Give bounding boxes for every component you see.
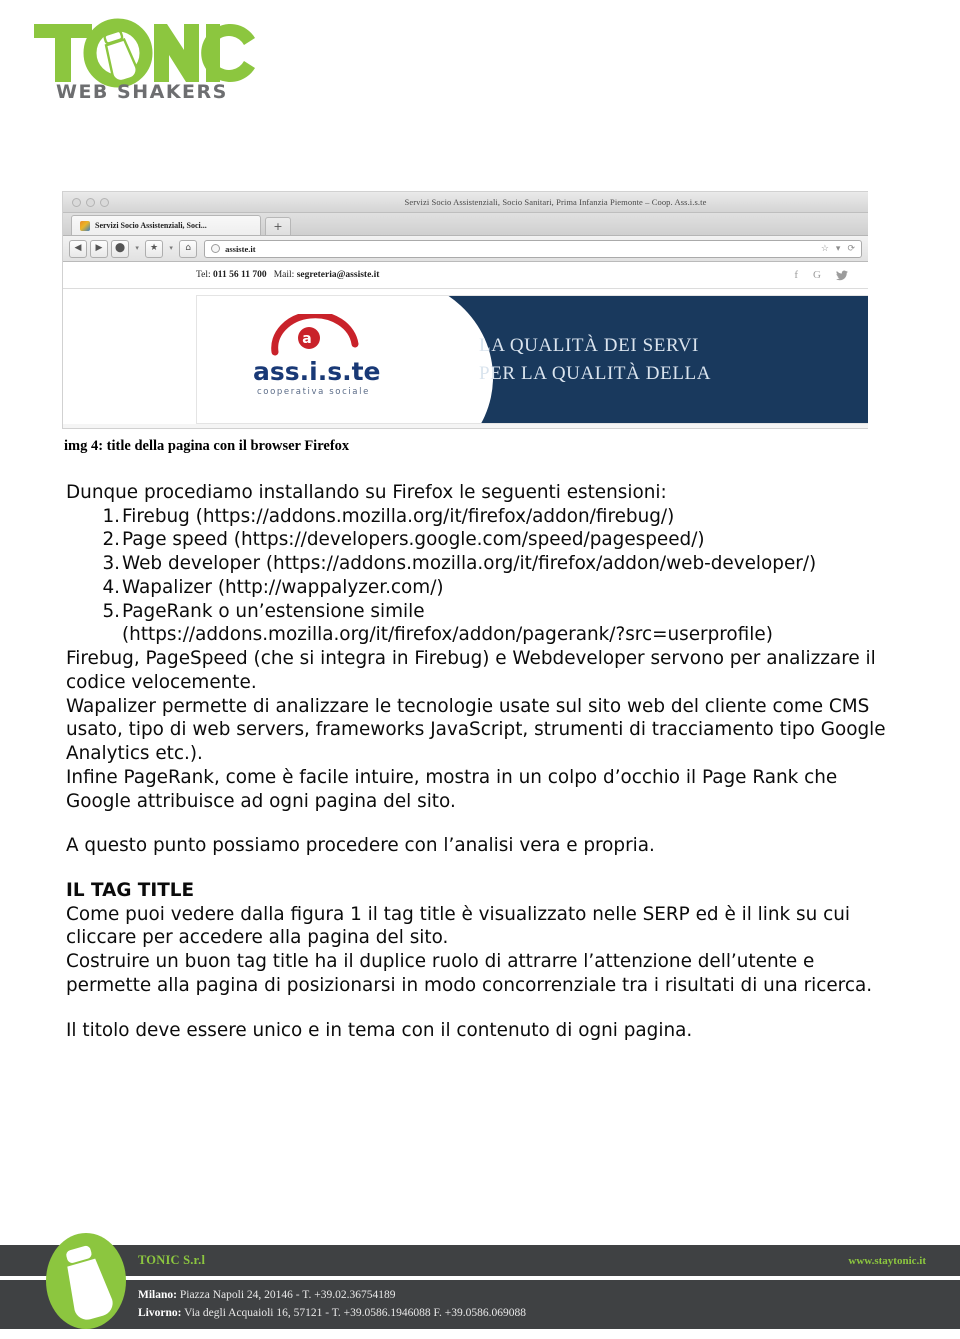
paragraph-costruire: Costruire un buon tag title ha il duplic… (66, 951, 873, 996)
refresh-icon[interactable]: ⟳ (847, 243, 855, 254)
website-viewport: Tel: 011 56 11 700 Mail: segreteria@assi… (63, 262, 868, 424)
forward-button[interactable]: ▶ (90, 239, 108, 258)
phone-label: Tel: (196, 270, 211, 280)
address-bar-actions: ☆ ▾ ⟳ (821, 243, 855, 254)
list-item-text: Page speed (https://developers.google.co… (122, 529, 705, 551)
footer-bar: TONIC S.r.l www.staytonic.it Milano: Pia… (0, 1245, 960, 1329)
assiste-logo: a ass.i.s.te cooperativa sociale (197, 296, 443, 423)
banner-line-1: LA QUALITÀ DEI SERVI (479, 334, 699, 356)
paragraph-wapalizer: Wapalizer permette di analizzare le tecn… (66, 695, 886, 765)
section-heading: IL TAG TITLE (66, 880, 195, 902)
browser-navbar: ◀ ▶ ⬤ ▾ ★ ▾ ⌂ assiste.it ☆ ▾ ⟳ (63, 236, 868, 262)
document-body: Dunque procediamo installando su Firefox… (66, 481, 896, 1042)
banner-line-2: PER LA QUALITÀ DELLA (479, 362, 712, 384)
footer-shaker-logo (38, 1231, 134, 1335)
site-contact-bar: Tel: 011 56 11 700 Mail: segreteria@assi… (63, 262, 868, 289)
browser-tab[interactable]: Servizi Socio Assistenziali, Soci... (71, 215, 261, 235)
footer-website-link[interactable]: www.staytonic.it (848, 1255, 926, 1267)
reload-button[interactable]: ⬤ (111, 239, 130, 258)
reload-dropdown-icon[interactable]: ▾ (132, 240, 142, 258)
footer-address-livorno: Livorno: Via degli Acquaioli 16, 57121 -… (138, 1305, 960, 1323)
footer-address-milano-detail: Piazza Napoli 24, 20146 - T. +39.02.3675… (176, 1289, 396, 1301)
paragraph-pagerank: Infine PageRank, come è facile intuire, … (66, 766, 838, 812)
logo-tagline-text: WEB SHAKERS (56, 81, 228, 102)
assiste-logo-word: ass.i.s.te (253, 357, 380, 386)
globe-icon (211, 244, 221, 253)
favicon-icon (80, 220, 90, 231)
footer-address-milano: Milano: Piazza Napoli 24, 20146 - T. +39… (138, 1287, 960, 1305)
list-item-text: Web developer (https://addons.mozilla.or… (122, 553, 817, 575)
assiste-mark-letter: a (302, 331, 311, 347)
footer-addresses: Milano: Piazza Napoli 24, 20146 - T. +39… (0, 1280, 960, 1329)
tonic-logo: WEB SHAKERS (26, 16, 256, 102)
list-item-number: 4. (102, 576, 120, 598)
home-button[interactable]: ⌂ (179, 239, 198, 258)
assiste-logo-icon: a ass.i.s.te cooperativa sociale (253, 313, 380, 397)
window-title: Servizi Socio Assistenziali, Socio Sanit… (404, 197, 707, 207)
list-item-text: Firebug (https://addons.mozilla.org/it/f… (122, 505, 675, 527)
footer-shaker-icon (46, 1233, 126, 1329)
footer-city-livorno: Livorno: (138, 1306, 182, 1319)
address-bar[interactable]: assiste.it ☆ ▾ ⟳ (204, 239, 862, 258)
list-item-number: 5. (102, 600, 120, 622)
list-item: 3. Web developer (https://addons.mozilla… (66, 552, 896, 576)
list-item-number: 1. (102, 505, 120, 527)
mail-label: Mail: (273, 270, 295, 280)
list-item-number: 3. (102, 553, 120, 575)
list-item: 2. Page speed (https://developers.google… (66, 528, 896, 552)
list-item-text: Wapalizer (http://wappalyzer.com/) (122, 576, 444, 598)
paragraph-serp: Come puoi vedere dalla figura 1 il tag t… (66, 903, 850, 949)
tonic-logo-icon: WEB SHAKERS (34, 18, 255, 102)
firefox-window: Servizi Socio Assistenziali, Socio Sanit… (62, 191, 868, 429)
footer-address-livorno-detail: Via degli Acquaioli 16, 57121 - T. +39.0… (181, 1306, 526, 1319)
browser-tabbar: Servizi Socio Assistenziali, Soci... + (63, 213, 868, 236)
paragraph-titolo-unico: Il titolo deve essere unico e in tema co… (66, 1019, 693, 1041)
twitter-icon[interactable] (836, 269, 848, 281)
banner-headline: LA QUALITÀ DEI SERVI PER LA QUALITÀ DELL… (383, 296, 868, 423)
list-item-number: 2. (102, 529, 120, 551)
browser-titlebar: Servizi Socio Assistenziali, Socio Sanit… (63, 192, 868, 213)
paragraph-analisi: A questo punto possiamo procedere con l’… (66, 835, 655, 857)
figure-caption: img 4: title della pagina con il browser… (64, 438, 350, 454)
google-plus-icon[interactable]: G (813, 269, 821, 281)
footer-city-milano: Milano: (138, 1289, 177, 1301)
site-banner: a ass.i.s.te cooperativa sociale LA QUAL… (196, 295, 868, 424)
site-contact-text: Tel: 011 56 11 700 Mail: segreteria@assi… (196, 270, 379, 280)
social-links: f G (794, 269, 848, 281)
browser-screenshot-figure: Servizi Socio Assistenziali, Socio Sanit… (62, 191, 868, 429)
facebook-icon[interactable]: f (794, 269, 798, 281)
address-bar-value: assiste.it (225, 243, 256, 254)
list-item-text: PageRank o un’estensione simile (https:/… (122, 600, 773, 646)
page-header: WEB SHAKERS (0, 0, 960, 170)
intro-paragraph: Dunque procediamo installando su Firefox… (66, 482, 667, 503)
extensions-list: 1. Firebug (https://addons.mozilla.org/i… (66, 505, 896, 647)
bookmark-button[interactable]: ★ (145, 239, 164, 258)
page-footer: TONIC S.r.l www.staytonic.it Milano: Pia… (0, 1221, 960, 1339)
list-item: 1. Firebug (https://addons.mozilla.org/i… (66, 505, 896, 529)
bookmark-dropdown-icon[interactable]: ▾ (166, 240, 176, 258)
new-tab-button[interactable]: + (265, 217, 291, 235)
tab-label: Servizi Socio Assistenziali, Soci... (95, 221, 207, 230)
footer-company-name: TONIC S.r.l (138, 1253, 206, 1267)
paragraph-firebug: Firebug, PageSpeed (che si integra in Fi… (66, 648, 876, 693)
list-item: 4. Wapalizer (http://wappalyzer.com/) (66, 576, 896, 600)
back-button[interactable]: ◀ (69, 239, 87, 258)
list-item: 5. PageRank o un’estensione simile (http… (66, 600, 896, 647)
phone-number: 011 56 11 700 (213, 270, 267, 280)
star-icon[interactable]: ☆ (821, 243, 829, 254)
chevron-down-icon[interactable]: ▾ (836, 243, 841, 254)
mail-address: segreteria@assiste.it (296, 270, 380, 280)
footer-top-row: TONIC S.r.l www.staytonic.it (0, 1245, 960, 1276)
assiste-logo-subtitle: cooperativa sociale (257, 387, 370, 397)
